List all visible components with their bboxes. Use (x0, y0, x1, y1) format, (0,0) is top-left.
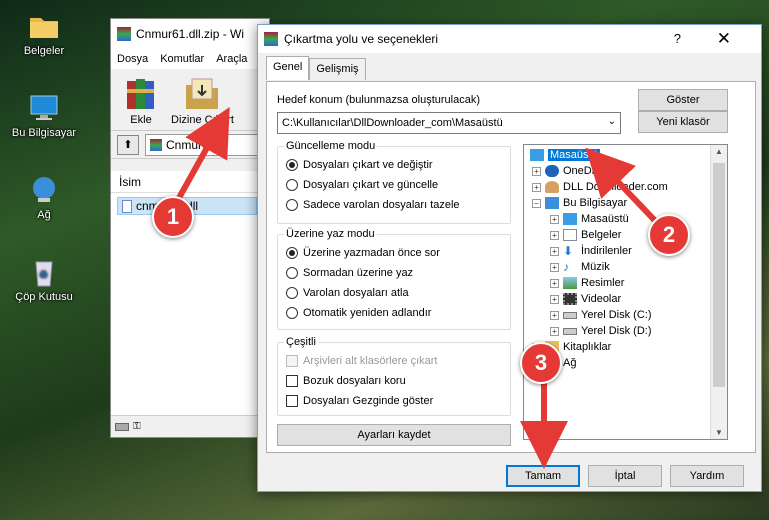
step-badge-3: 3 (520, 342, 562, 384)
tab-general[interactable]: Genel (266, 56, 310, 80)
step-badge-2: 2 (648, 214, 690, 256)
annotation-arrows (172, 107, 665, 469)
arrow-1 (172, 107, 230, 207)
arrow-2 (585, 147, 665, 231)
step-badge-1: 1 (152, 196, 194, 238)
